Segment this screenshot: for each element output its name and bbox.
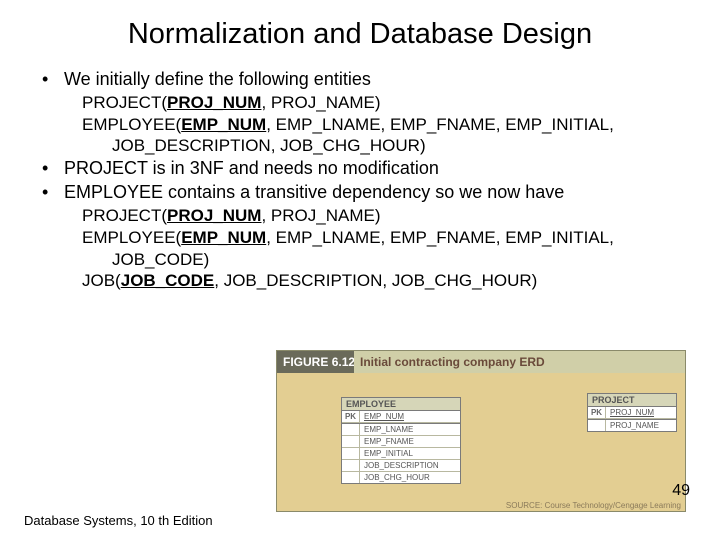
content: • We initially define the following enti… [40, 69, 680, 292]
footer-text: Database Systems, 10 th Edition [24, 513, 213, 528]
erd-entity-project: PROJECT PK PROJ_NUM PROJ_NAME [587, 393, 677, 432]
figure-source: SOURCE: Course Technology/Cengage Learni… [506, 501, 681, 510]
column: EMP_FNAME [360, 436, 460, 447]
text: EMPLOYEE( [82, 115, 181, 134]
figure-header: FIGURE 6.12 Initial contracting company … [277, 351, 685, 373]
column: EMP_LNAME [360, 424, 460, 435]
entity-title: EMPLOYEE [342, 398, 460, 411]
pk-label: PK [588, 407, 606, 418]
entity-title: PROJECT [588, 394, 676, 407]
entity-employee-2-cont: JOB_CODE) [40, 250, 680, 271]
column: JOB_CHG_HOUR [360, 472, 460, 483]
text: PROJECT( [82, 93, 167, 112]
text: JOB( [82, 271, 121, 290]
entity-job: JOB(JOB_CODE, JOB_DESCRIPTION, JOB_CHG_H… [40, 271, 680, 292]
text: FIGURE [283, 355, 328, 369]
figure-label: FIGURE 6.12 [277, 351, 354, 373]
figure-body: EMPLOYEE PK EMP_NUM EMP_LNAME EMP_FNAME … [277, 373, 685, 511]
pk-text: PROJ_NUM [167, 206, 261, 225]
text: , JOB_DESCRIPTION, JOB_CHG_HOUR) [214, 271, 537, 290]
entity-project-1: PROJECT(PROJ_NUM, PROJ_NAME) [40, 93, 680, 114]
entity-employee-1: EMPLOYEE(EMP_NUM, EMP_LNAME, EMP_FNAME, … [40, 115, 680, 136]
entity-employee-2: EMPLOYEE(EMP_NUM, EMP_LNAME, EMP_FNAME, … [40, 228, 680, 249]
pk-text: EMP_NUM [181, 228, 266, 247]
pk-text: JOB_CODE [121, 271, 215, 290]
pk-text: EMP_NUM [181, 115, 266, 134]
text: EMPLOYEE( [82, 228, 181, 247]
bullet-icon: • [40, 69, 64, 91]
bullet-3: • EMPLOYEE contains a transitive depende… [40, 182, 680, 204]
bullet-2-text: PROJECT is in 3NF and needs no modificat… [64, 158, 680, 180]
text: , PROJ_NAME) [261, 206, 380, 225]
column: EMP_INITIAL [360, 448, 460, 459]
entity-project-2: PROJECT(PROJ_NUM, PROJ_NAME) [40, 206, 680, 227]
text: , EMP_LNAME, EMP_FNAME, EMP_INITIAL, [266, 228, 614, 247]
text: , PROJ_NAME) [261, 93, 380, 112]
bullet-1-text: We initially define the following entiti… [64, 69, 680, 91]
page-number: 49 [672, 482, 690, 500]
entity-employee-1-cont: JOB_DESCRIPTION, JOB_CHG_HOUR) [40, 136, 680, 157]
pk-text: PROJ_NUM [167, 93, 261, 112]
erd-entity-employee: EMPLOYEE PK EMP_NUM EMP_LNAME EMP_FNAME … [341, 397, 461, 484]
pk-label: PK [342, 411, 360, 422]
figure-caption: Initial contracting company ERD [354, 351, 685, 373]
pk-column: PROJ_NUM [606, 407, 676, 418]
column: JOB_DESCRIPTION [360, 460, 460, 471]
bullet-icon: • [40, 158, 64, 180]
pk-column: EMP_NUM [360, 411, 460, 422]
bullet-1: • We initially define the following enti… [40, 69, 680, 91]
text: PROJECT( [82, 206, 167, 225]
slide-title: Normalization and Database Design [40, 18, 680, 51]
bullet-3-text: EMPLOYEE contains a transitive dependenc… [64, 182, 680, 204]
text: 6.12 [332, 355, 355, 369]
bullet-icon: • [40, 182, 64, 204]
figure-6-12: FIGURE 6.12 Initial contracting company … [276, 350, 686, 512]
column: PROJ_NAME [606, 420, 676, 431]
slide: Normalization and Database Design • We i… [0, 0, 720, 540]
text: , EMP_LNAME, EMP_FNAME, EMP_INITIAL, [266, 115, 614, 134]
bullet-2: • PROJECT is in 3NF and needs no modific… [40, 158, 680, 180]
